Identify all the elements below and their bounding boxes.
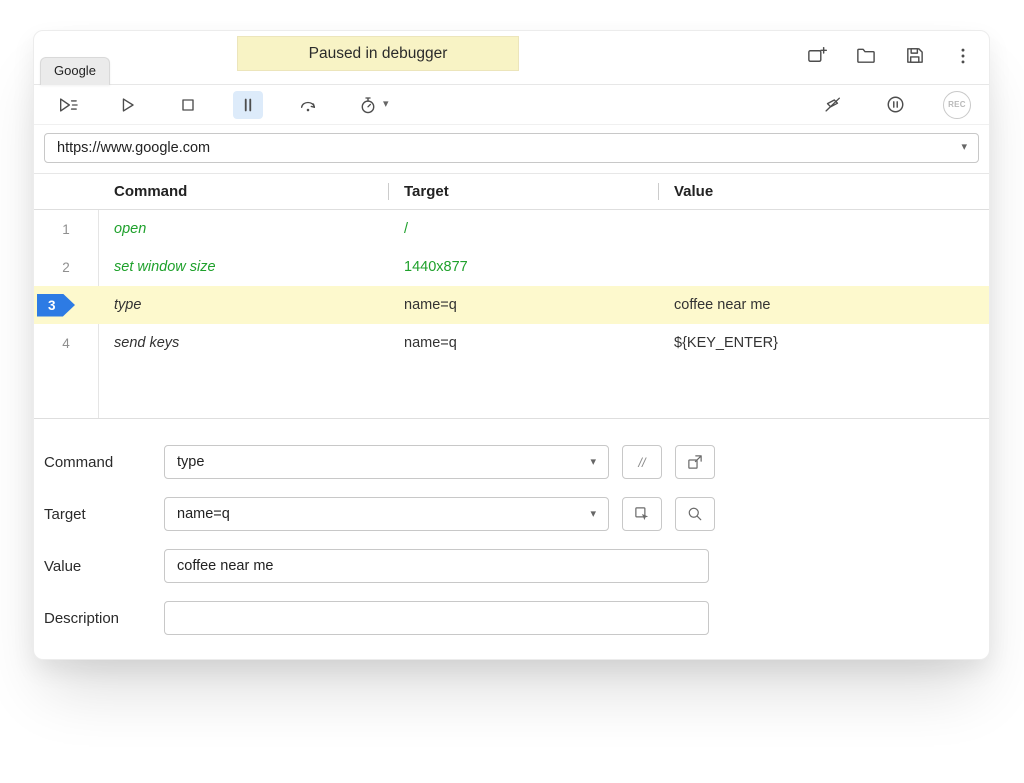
cell-command: send keys [98, 335, 388, 351]
column-command: Command [98, 174, 388, 209]
cell-command: open [98, 221, 388, 237]
commands-table-body: 1 open / 2 set window size 1440x877 3 ty… [34, 210, 989, 419]
target-select-value: name=q [177, 506, 230, 522]
disable-breakpoints-icon[interactable] [817, 91, 848, 119]
value-label: Value [44, 558, 164, 575]
step-over-icon[interactable] [293, 91, 323, 119]
commands-table-header: Command Target Value [34, 174, 989, 210]
row-number: 3 [34, 286, 98, 324]
command-form-row: Command type ▾ // [44, 445, 989, 479]
cell-target: name=q [388, 297, 658, 313]
cell-target: 1440x877 [388, 259, 658, 275]
open-in-window-icon [686, 453, 704, 471]
select-target-button[interactable] [622, 497, 662, 531]
record-button[interactable]: REC [943, 91, 971, 119]
column-value: Value [658, 174, 989, 209]
more-menu-icon[interactable] [953, 46, 973, 66]
comment-slashes-icon: // [638, 455, 645, 470]
project-actions [806, 45, 973, 66]
search-icon [686, 505, 704, 523]
table-row-1[interactable]: 1 open / [34, 210, 989, 248]
test-tab-google[interactable]: Google [40, 57, 110, 85]
selenium-ide-window: Google Paused in debugger [33, 30, 990, 660]
titlebar: Google Paused in debugger [34, 31, 989, 85]
target-select[interactable]: name=q ▾ [164, 497, 609, 531]
cell-target: name=q [388, 335, 658, 351]
value-input[interactable] [164, 549, 709, 583]
base-url-input[interactable] [44, 133, 979, 163]
pause-icon[interactable] [233, 91, 263, 119]
table-row-4[interactable]: 4 send keys name=q ${KEY_ENTER} [34, 324, 989, 362]
table-row-3-current[interactable]: 3 type name=q coffee near me [34, 286, 989, 324]
table-row-2[interactable]: 2 set window size 1440x877 [34, 248, 989, 286]
stop-icon[interactable] [173, 91, 203, 119]
toggle-comment-button[interactable]: // [622, 445, 662, 479]
description-form-row: Description [44, 601, 989, 635]
open-project-icon[interactable] [855, 45, 876, 66]
stopwatch-icon [358, 95, 378, 115]
debug-controls: REC [817, 90, 971, 119]
select-target-icon [633, 505, 651, 523]
cell-target: / [388, 221, 658, 237]
chevron-down-icon: ▾ [590, 509, 596, 520]
target-form-row: Target name=q ▾ [44, 497, 989, 531]
chevron-down-icon[interactable]: ▾ [961, 142, 967, 153]
open-in-window-button[interactable] [675, 445, 715, 479]
command-select[interactable]: type ▾ [164, 445, 609, 479]
cell-command: set window size [98, 259, 388, 275]
column-number [34, 174, 98, 209]
base-url-bar: ▾ [34, 125, 989, 174]
test-speed-control[interactable]: ▾ [353, 91, 394, 119]
find-target-button[interactable] [675, 497, 715, 531]
command-editor-form: Command type ▾ // Target name=q ▾ [34, 419, 989, 635]
run-current-test-icon[interactable] [113, 91, 143, 119]
command-label: Command [44, 454, 164, 471]
row-number: 1 [34, 210, 98, 248]
cell-command: type [98, 297, 388, 313]
pause-on-exceptions-icon[interactable] [880, 90, 911, 119]
save-project-icon[interactable] [904, 45, 925, 66]
row-number: 4 [34, 324, 98, 362]
chevron-down-icon: ▾ [590, 457, 596, 468]
new-project-icon[interactable] [806, 45, 827, 66]
target-label: Target [44, 506, 164, 523]
description-input[interactable] [164, 601, 709, 635]
value-form-row: Value [44, 549, 989, 583]
playback-toolbar: ▾ REC [34, 85, 989, 125]
cell-value: ${KEY_ENTER} [658, 335, 989, 351]
playback-controls: ▾ [52, 91, 394, 119]
row-number: 2 [34, 248, 98, 286]
chevron-down-icon: ▾ [383, 99, 389, 110]
run-all-tests-icon[interactable] [52, 91, 83, 119]
command-select-value: type [177, 454, 204, 470]
description-label: Description [44, 610, 164, 627]
cell-value: coffee near me [658, 297, 989, 313]
current-step-marker: 3 [37, 294, 75, 317]
paused-in-debugger-banner: Paused in debugger [237, 36, 519, 71]
column-target: Target [388, 174, 658, 209]
